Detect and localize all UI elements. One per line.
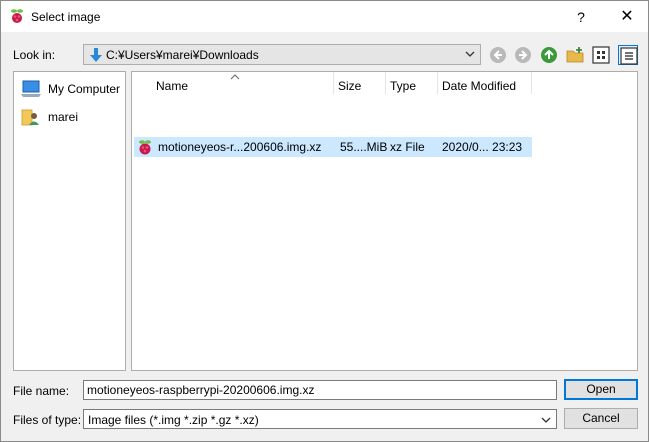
file-date-cell: 2020/0... 23:23 <box>442 140 523 154</box>
column-header-size[interactable]: Size <box>334 72 386 100</box>
file-name-input[interactable] <box>83 380 557 400</box>
column-divider[interactable] <box>531 72 532 94</box>
details-view-button[interactable] <box>618 45 638 65</box>
file-name-cell: motioneyeos-r...200606.img.xz <box>158 140 322 154</box>
column-header-type[interactable]: Type <box>386 72 438 100</box>
title-bar: Select image ? ✕ <box>1 1 648 32</box>
place-my-computer[interactable]: My Computer <box>20 78 124 100</box>
downloads-icon <box>88 47 104 63</box>
raspberry-icon <box>9 8 25 24</box>
chevron-down-icon <box>540 414 552 426</box>
up-arrow-icon <box>539 46 559 64</box>
files-of-type-label: Files of type: <box>13 413 82 427</box>
new-folder-button[interactable] <box>565 45 585 65</box>
places-panel: My Computer marei <box>13 71 126 371</box>
file-row[interactable]: motioneyeos-r...200606.img.xz 55....MiB … <box>134 137 532 157</box>
place-user-marei[interactable]: marei <box>20 106 124 128</box>
forward-arrow-icon <box>513 46 533 64</box>
back-arrow-icon <box>488 46 508 64</box>
list-view-button[interactable] <box>591 45 611 65</box>
column-header-name[interactable]: Name <box>132 72 334 100</box>
parent-directory-button[interactable] <box>539 45 559 65</box>
close-button[interactable]: ✕ <box>613 5 641 29</box>
files-of-type-combo[interactable]: Image files (*.img *.zip *.gz *.xz) <box>83 409 557 429</box>
file-name-label: File name: <box>13 384 70 398</box>
raspberry-icon <box>136 138 154 156</box>
files-of-type-value: Image files (*.img *.zip *.gz *.xz) <box>88 413 259 427</box>
window-title: Select image <box>31 10 101 24</box>
computer-icon <box>20 79 42 99</box>
look-in-combo[interactable]: C:¥Users¥marei¥Downloads <box>83 44 481 65</box>
look-in-path: C:¥Users¥marei¥Downloads <box>106 48 259 62</box>
file-list: Name Size Type Date Modified motioneyeos… <box>131 71 638 371</box>
file-type-cell: xz File <box>390 140 425 154</box>
help-button[interactable]: ? <box>569 5 593 29</box>
file-size-cell: 55....MiB <box>340 140 388 154</box>
open-button[interactable]: Open <box>564 379 638 400</box>
grid-icon <box>591 46 611 64</box>
select-image-dialog: Select image ? ✕ Look in: C:¥Users¥marei… <box>0 0 649 442</box>
column-header-date-modified[interactable]: Date Modified <box>438 72 532 100</box>
place-label: marei <box>48 110 79 124</box>
chevron-down-icon <box>464 48 476 60</box>
details-icon <box>619 47 638 65</box>
cancel-button[interactable]: Cancel <box>564 408 638 429</box>
user-folder-icon <box>20 107 42 127</box>
look-in-label: Look in: <box>13 48 56 62</box>
forward-button[interactable] <box>513 45 533 65</box>
new-folder-icon <box>565 46 585 64</box>
place-label: My Computer <box>48 82 121 96</box>
back-button[interactable] <box>488 45 508 65</box>
